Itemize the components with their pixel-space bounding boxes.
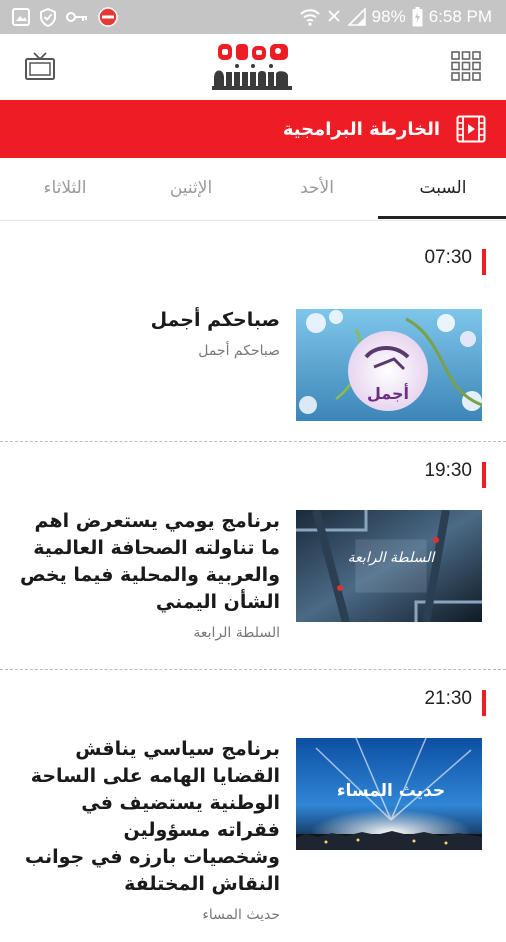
thumbnail-caption: أجمل [367,383,409,403]
time-row: 07:30 [0,239,506,279]
program-thumbnail[interactable]: السلطة الرابعة [296,510,482,622]
program-time: 21:30 [424,688,472,709]
list-item[interactable]: 21:30 حديث المساء برنامج سياسي يناقش الق… [0,680,506,942]
app-logo [210,42,296,92]
day-tabs: السبت الأحد الإثنين الثلاثاء [0,158,506,221]
program-name: صباحكم أجمل [198,343,280,359]
signal-icon [347,8,366,26]
status-system-icons: 98% 6:58 PM [299,7,492,27]
wifi-icon [299,9,320,26]
time-marker [482,690,486,716]
tab-tuesday[interactable]: الثلاثاء [2,158,128,218]
shield-icon [40,7,56,27]
grid-menu-icon [451,51,481,81]
no-entry-icon [98,7,118,27]
program-name: السلطة الرابعة [193,625,280,641]
program-thumbnail[interactable]: أجمل [296,309,482,421]
battery-charging-icon [412,7,423,27]
no-signal-icon [328,10,340,22]
status-notification-icons [12,7,118,27]
list-item[interactable]: 19:30 السلطة الرابعة برنامج يومي يستعرض … [0,452,506,670]
schedule-list: 07:30 أجمل صباحكم أجمل صباحكم أجمل 19:30… [0,221,506,942]
status-bar: 98% 6:58 PM [0,0,506,34]
tab-sunday[interactable]: الأحد [254,158,380,218]
thumbnail-caption: السلطة الرابعة [348,550,437,566]
status-time: 6:58 PM [428,7,492,26]
program-name: حديث المساء [202,907,280,923]
tv-icon [25,52,55,80]
banner-title: الخارطة البرامجية [282,118,440,140]
program-title[interactable]: برنامج سياسي يناقش القضايا الهامه على ال… [20,736,280,898]
film-play-icon [456,115,486,143]
list-item[interactable]: 07:30 أجمل صباحكم أجمل صباحكم أجمل [0,239,506,442]
live-tv-button[interactable] [22,48,58,84]
program-time: 07:30 [424,247,472,268]
time-row: 19:30 [0,452,506,492]
schedule-banner: الخارطة البرامجية [0,100,506,158]
battery-percent: 98% [371,7,406,26]
program-thumbnail[interactable]: حديث المساء [296,738,482,850]
app-header [0,34,506,100]
image-icon [12,8,30,26]
time-marker [482,462,486,488]
tab-saturday[interactable]: السبت [380,158,506,218]
program-info: صباحكم أجمل صباحكم أجمل [20,307,280,360]
time-marker [482,249,486,275]
time-row: 21:30 [0,680,506,720]
program-info: برنامج يومي يستعرض اهم ما تناولته الصحاف… [20,508,280,642]
program-title[interactable]: صباحكم أجمل [20,307,280,334]
program-title[interactable]: برنامج يومي يستعرض اهم ما تناولته الصحاف… [20,508,280,616]
tab-monday[interactable]: الإثنين [128,158,254,218]
key-icon [66,12,87,22]
program-time: 19:30 [424,460,472,481]
active-tab-indicator [378,216,506,219]
program-info: برنامج سياسي يناقش القضايا الهامه على ال… [20,736,280,924]
thumbnail-caption: حديث المساء [337,781,445,801]
menu-button[interactable] [448,48,484,84]
